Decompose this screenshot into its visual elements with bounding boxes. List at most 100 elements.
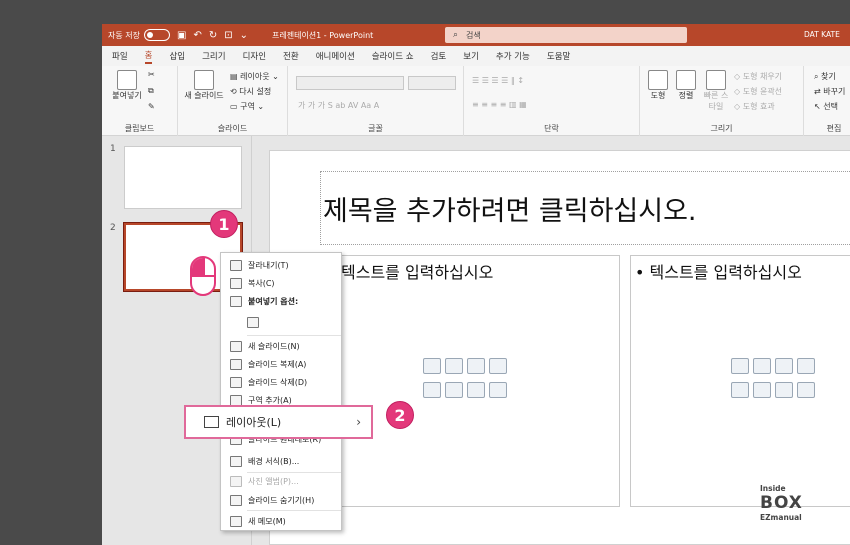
align-icons[interactable]: ≡ ≡ ≡ ≡ ▥ ▦ [472, 100, 527, 109]
menu-cut[interactable]: 잘라내기(T) [221, 256, 341, 274]
redo-icon[interactable]: ↻ [209, 30, 217, 41]
select-button[interactable]: ↖ 선택 [814, 101, 838, 112]
menu-new-slide-label: 새 슬라이드(N) [248, 341, 300, 351]
body-placeholder-left[interactable]: 텍스트를 입력하십시오 [336, 255, 620, 507]
format-painter-icon[interactable]: ✎ [148, 102, 155, 111]
find-button[interactable]: ⌕ 찾기 [814, 71, 836, 82]
tab-animations[interactable]: 애니메이션 [316, 50, 355, 62]
new-slide-button[interactable]: 새 슬라이드 [180, 70, 228, 101]
menu-layout[interactable]: 레이아웃(L) › [184, 405, 373, 439]
menu-format-background[interactable]: 배경 서식(B)... [221, 452, 341, 470]
section-ribbon-label: 구역 [240, 102, 255, 111]
autosave-label: 자동 저장 [108, 30, 140, 40]
shape-button[interactable]: 도형 [644, 70, 672, 101]
menu-hide-slide[interactable]: 슬라이드 숨기기(H) [221, 491, 341, 509]
shape-outline-button[interactable]: ◇ 도형 윤곽선 [734, 86, 782, 97]
insert-icons-icon[interactable] [797, 382, 815, 398]
shape-fill-button[interactable]: ◇ 도형 채우기 [734, 71, 782, 82]
find-icon: ⌕ [814, 72, 822, 81]
mouse-button-highlight [192, 258, 203, 275]
thumb-number-1: 1 [110, 144, 116, 154]
list-icons[interactable]: ☰ ☰ ☰ ☰ ‖ ↕ [472, 76, 524, 85]
tab-file[interactable]: 파일 [112, 50, 128, 62]
search-box[interactable]: ⌕ 검색 [445, 27, 687, 43]
save-icon[interactable]: ▣ [177, 30, 186, 41]
context-menu: 잘라내기(T) 복사(C) 붙여넣기 옵션: 새 슬라이드(N) 슬라이드 복제… [220, 252, 342, 531]
insert-3d-model-icon[interactable] [797, 358, 815, 374]
insert-online-picture-icon[interactable] [445, 382, 463, 398]
shape-fill-label: 도형 채우기 [742, 72, 783, 81]
reset-ribbon-button[interactable]: ⟲ 다시 설정 [230, 86, 271, 97]
layout-ribbon-icon: ▤ [230, 72, 241, 81]
tab-help[interactable]: 도움말 [547, 50, 570, 62]
insert-picture-icon[interactable] [423, 382, 441, 398]
menu-copy[interactable]: 복사(C) [221, 274, 341, 292]
tab-draw[interactable]: 그리기 [202, 50, 225, 62]
insert-smartart-icon[interactable] [775, 358, 793, 374]
shape-effect-label: 도형 효과 [742, 102, 775, 111]
menu-paste-option-keep-text[interactable] [221, 313, 341, 331]
section-ribbon-button[interactable]: ▭ 구역 ⌄ [230, 101, 264, 112]
customize-toolbar-icon[interactable]: ⌄ [240, 30, 248, 41]
shape-effect-button[interactable]: ◇ 도형 효과 [734, 101, 775, 112]
insert-3d-model-icon[interactable] [489, 358, 507, 374]
present-icon[interactable]: ⊡ [224, 30, 232, 41]
insert-picture-icon[interactable] [731, 382, 749, 398]
new-comment-icon [230, 515, 242, 527]
clipboard-group: 붙여넣기 ✂ ⧉ ✎ 클립보드 [102, 66, 178, 136]
replace-button[interactable]: ⇄ 바꾸기 [814, 86, 845, 97]
tab-design[interactable]: 디자인 [243, 50, 266, 62]
tab-review[interactable]: 검토 [431, 50, 447, 62]
undo-icon[interactable]: ↶ [193, 30, 201, 41]
insert-online-picture-icon[interactable] [753, 382, 771, 398]
menu-format-bg-label: 배경 서식(B)... [248, 456, 300, 466]
font-group-label: 글꼴 [368, 124, 383, 133]
search-placeholder: 검색 [466, 30, 481, 40]
slide-thumbnail-1[interactable] [124, 146, 242, 209]
font-size-combo[interactable] [408, 76, 456, 90]
duplicate-slide-icon [230, 358, 242, 370]
arrange-button[interactable]: 정렬 [672, 70, 700, 101]
drawing-group-label: 그리기 [710, 124, 733, 133]
menu-delete-slide[interactable]: 슬라이드 삭제(D) [221, 373, 341, 391]
menu-paste-options-label: 붙여넣기 옵션: [248, 296, 299, 306]
menu-new-comment[interactable]: 새 메모(M) [221, 512, 341, 530]
tab-addins[interactable]: 추가 기능 [496, 50, 530, 62]
insert-smartart-icon[interactable] [467, 358, 485, 374]
insert-chart-icon[interactable] [445, 358, 463, 374]
menu-paste-options: 붙여넣기 옵션: [221, 292, 341, 310]
autosave[interactable]: 자동 저장 [108, 29, 170, 41]
cut-icon[interactable]: ✂ [148, 70, 155, 79]
insert-table-icon[interactable] [423, 358, 441, 374]
watermark-logo: Inside BOX EZmanual [760, 484, 842, 539]
autosave-toggle[interactable] [143, 29, 170, 41]
content-insert-icons-left [423, 358, 507, 408]
tab-transitions[interactable]: 전환 [283, 50, 299, 62]
tab-home[interactable]: 홈 [144, 49, 153, 64]
copy-icon[interactable]: ⧉ [148, 86, 154, 96]
body-placeholder-right[interactable]: • 텍스트를 입력하십시오 [630, 255, 850, 507]
tab-slideshow[interactable]: 슬라이드 쇼 [372, 50, 414, 62]
user-name[interactable]: DAT KATE [804, 30, 840, 39]
font-name-combo[interactable] [296, 76, 404, 90]
menu-cut-label: 잘라내기(T) [248, 260, 289, 270]
tab-insert[interactable]: 삽입 [169, 50, 185, 62]
insert-video-icon[interactable] [775, 382, 793, 398]
quick-style-button[interactable]: 빠른 스타일 [702, 70, 730, 112]
paste-button[interactable]: 붙여넣기 [110, 70, 144, 101]
insert-video-icon[interactable] [467, 382, 485, 398]
menu-duplicate-slide[interactable]: 슬라이드 복제(A) [221, 355, 341, 373]
layout-ribbon-button[interactable]: ▤ 레이아웃 ⌄ [230, 71, 279, 82]
font-format-icons[interactable]: 가 가 가 S ab AV Aa A [298, 100, 379, 111]
tab-view[interactable]: 보기 [463, 50, 479, 62]
insert-icons-icon[interactable] [489, 382, 507, 398]
title-placeholder[interactable]: 제목을 추가하려면 클릭하십시오. [320, 171, 850, 245]
insert-chart-icon[interactable] [753, 358, 771, 374]
menu-new-slide[interactable]: 새 슬라이드(N) [221, 337, 341, 355]
title-bar: 자동 저장 ▣ ↶ ↻ ⊡ ⌄ 프레젠테이션1 - PowerPoint ⌕ 검… [102, 24, 850, 46]
reset-ribbon-label: 다시 설정 [239, 87, 272, 96]
insert-table-icon[interactable] [731, 358, 749, 374]
clipboard-icon [117, 70, 137, 90]
document-title: 프레젠테이션1 - PowerPoint [272, 30, 374, 40]
shape-outline-label: 도형 윤곽선 [742, 87, 783, 96]
